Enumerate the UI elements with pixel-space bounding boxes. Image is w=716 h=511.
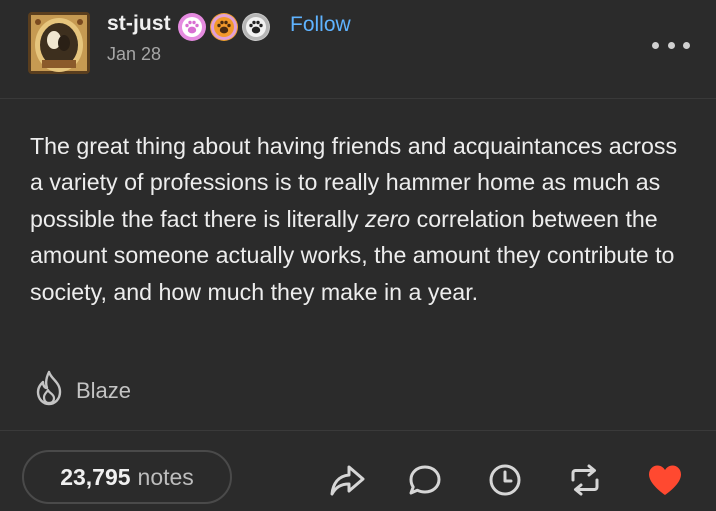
badge-list — [178, 13, 270, 41]
follow-button[interactable]: Follow — [290, 13, 351, 37]
flame-icon — [32, 370, 66, 411]
more-dot — [652, 41, 659, 49]
more-dot — [683, 41, 690, 49]
paw-badge-pink-icon[interactable] — [178, 13, 206, 41]
avatar[interactable] — [28, 12, 90, 74]
share-icon[interactable] — [327, 460, 367, 500]
blaze-button[interactable]: Blaze — [32, 370, 131, 411]
post-actions — [0, 460, 716, 500]
post-header: st-just Follow Jan 28 — [0, 0, 716, 99]
paw-badge-orange-icon[interactable] — [210, 13, 238, 41]
username[interactable]: st-just — [107, 12, 171, 36]
post-body-emphasis: zero — [365, 205, 411, 232]
schedule-icon[interactable] — [485, 460, 525, 500]
blaze-label: Blaze — [76, 377, 132, 403]
like-icon[interactable] — [645, 460, 685, 500]
post-date[interactable]: Jan 28 — [107, 44, 161, 65]
post-body: The great thing about having friends and… — [30, 128, 690, 310]
more-dot — [667, 41, 675, 49]
post-card: st-just Follow Jan 28 The great thing ab… — [0, 0, 716, 511]
paw-badge-gray-icon[interactable] — [242, 13, 270, 41]
reply-icon[interactable] — [405, 460, 445, 500]
reblog-icon[interactable] — [565, 460, 605, 500]
divider — [0, 430, 716, 431]
more-options-icon[interactable] — [652, 36, 690, 54]
